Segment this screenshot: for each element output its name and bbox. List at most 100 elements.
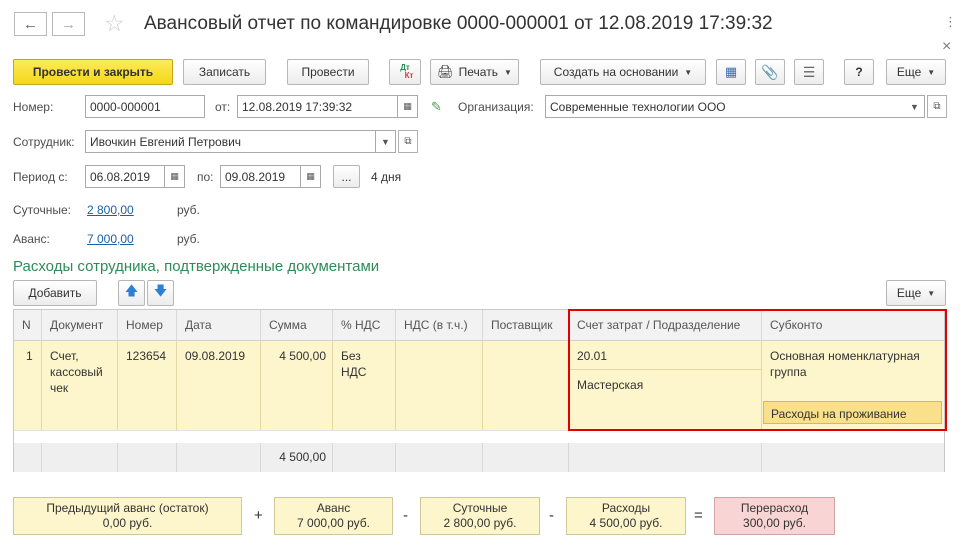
expenses-table: N Документ Номер Дата Сумма % НДС НДС (в… <box>13 309 945 472</box>
cell-date[interactable]: 09.08.2019 <box>177 341 261 430</box>
cell-account[interactable]: 20.01 <box>569 341 761 370</box>
chevron-down-icon: ▼ <box>927 288 936 298</box>
chevron-down-icon: ▼ <box>503 67 512 77</box>
arrow-left-icon: ← <box>23 15 38 33</box>
days-count: 4 дня <box>371 170 402 184</box>
post-and-close-button[interactable]: Провести и закрыть <box>13 59 173 85</box>
cell-n[interactable]: 1 <box>14 341 42 430</box>
move-up-button[interactable]: 🡅 <box>118 280 145 306</box>
summary-per-diem-value: 2 800,00 руб. <box>443 516 517 530</box>
cell-supplier[interactable] <box>483 341 569 430</box>
open-icon[interactable]: ⧉ <box>398 130 418 153</box>
plus-sign: + <box>254 507 263 524</box>
footer-cell <box>483 443 569 472</box>
summary-previous-label: Предыдущий аванс (остаток) <box>46 501 209 515</box>
report-button[interactable]: ☰ <box>794 59 824 85</box>
footer-cell <box>177 443 261 472</box>
advance-label: Аванс: <box>13 232 50 246</box>
period-from-label: Период с: <box>13 170 68 184</box>
footer-cell <box>333 443 396 472</box>
number-field[interactable]: 0000-000001 <box>85 95 205 118</box>
cell-vat[interactable] <box>396 341 483 430</box>
print-label: Печать <box>458 65 498 79</box>
table-more-button[interactable]: Еще ▼ <box>886 280 946 306</box>
attachments-button[interactable]: 📎 <box>755 59 785 85</box>
arrow-down-icon: 🡇 <box>153 283 168 298</box>
column-header-n[interactable]: N <box>14 310 42 341</box>
open-icon[interactable]: ⧉ <box>927 95 947 118</box>
star-icon[interactable]: ☆ <box>104 10 125 37</box>
list-icon: ☰ <box>802 63 816 80</box>
period-to-label: по: <box>197 170 214 184</box>
summary-overspend-value: 300,00 руб. <box>743 516 806 530</box>
table-empty-area <box>14 430 944 443</box>
per-diem-label: Суточные: <box>13 203 71 217</box>
cell-document[interactable]: Счет, кассовый чек <box>42 341 118 430</box>
minus-sign: - <box>403 507 408 524</box>
footer-cell <box>118 443 177 472</box>
back-button[interactable]: ← <box>14 12 47 36</box>
period-from-field[interactable]: 06.08.2019 <box>85 165 165 188</box>
footer-cell <box>14 443 42 472</box>
save-button[interactable]: Записать <box>183 59 266 85</box>
help-button[interactable]: ? <box>844 59 874 85</box>
structure-button[interactable]: ▦ <box>716 59 746 85</box>
printer-icon: 🖨 <box>437 64 454 79</box>
move-down-button[interactable]: 🡇 <box>147 280 174 306</box>
per-diem-link[interactable]: 2 800,00 <box>87 203 134 217</box>
table-more-label: Еще <box>896 286 922 300</box>
column-header-number[interactable]: Номер <box>118 310 177 341</box>
organization-field[interactable]: Современные технологии ООО <box>545 95 907 118</box>
print-button[interactable]: 🖨 Печать ▼ <box>430 59 519 85</box>
cell-vat-rate[interactable]: Без НДС <box>333 341 396 430</box>
period-to-field[interactable]: 09.08.2019 <box>220 165 301 188</box>
summary-per-diem: Суточные 2 800,00 руб. <box>420 497 540 535</box>
organization-label: Организация: <box>458 100 534 114</box>
arrow-up-icon: 🡅 <box>124 283 139 298</box>
column-header-vat-rate[interactable]: % НДС <box>333 310 396 341</box>
column-header-sum[interactable]: Сумма <box>261 310 333 341</box>
summary-overspend-label: Перерасход <box>740 501 809 515</box>
calendar-icon[interactable]: ▦ <box>301 165 321 188</box>
date-field[interactable]: 12.08.2019 17:39:32 <box>237 95 398 118</box>
close-icon[interactable]: × <box>942 38 951 56</box>
column-header-vat[interactable]: НДС (в т.ч.) <box>396 310 483 341</box>
cell-sum[interactable]: 4 500,00 <box>261 341 333 430</box>
number-label: Номер: <box>13 100 54 114</box>
summary-expenses: Расходы 4 500,00 руб. <box>566 497 686 535</box>
employee-label: Сотрудник: <box>13 135 75 149</box>
column-header-account[interactable]: Счет затрат / Подразделение <box>569 310 762 341</box>
dt-kt-button[interactable]: Дт Кт <box>389 59 421 85</box>
column-header-subconto[interactable]: Субконто <box>762 310 944 341</box>
summary-expenses-label: Расходы <box>601 501 651 515</box>
chevron-down-icon[interactable]: ▼ <box>376 130 396 153</box>
employee-field[interactable]: Ивочкин Евгений Петрович <box>85 130 376 153</box>
column-header-document[interactable]: Документ <box>42 310 118 341</box>
cell-subconto-2[interactable]: Расходы на проживание <box>763 401 942 424</box>
chevron-down-icon[interactable]: ▼ <box>905 95 925 118</box>
footer-cell <box>42 443 118 472</box>
cell-department[interactable]: Мастерская <box>569 370 761 393</box>
create-based-on-button[interactable]: Создать на основании ▼ <box>540 59 706 85</box>
dt-kt-icon-bottom: Кт <box>404 71 414 80</box>
forward-button[interactable]: → <box>52 12 85 36</box>
column-header-date[interactable]: Дата <box>177 310 261 341</box>
chevron-down-icon: ▼ <box>684 67 693 77</box>
advance-link[interactable]: 7 000,00 <box>87 232 134 246</box>
cell-account-group: 20.01 Мастерская <box>569 341 762 430</box>
more-vert-icon[interactable]: ⋮ <box>944 14 957 30</box>
period-select-button[interactable]: ... <box>333 165 360 188</box>
calendar-icon[interactable]: ▦ <box>165 165 185 188</box>
add-row-button[interactable]: Добавить <box>13 280 97 306</box>
cell-subconto-1[interactable]: Основная номенклатурная группа <box>762 341 944 401</box>
calendar-icon[interactable]: ▦ <box>398 95 418 118</box>
column-header-supplier[interactable]: Поставщик <box>483 310 569 341</box>
page-title: Авансовый отчет по командировке 0000-000… <box>144 13 773 34</box>
arrow-right-icon: → <box>61 15 76 33</box>
cell-number[interactable]: 123654 <box>118 341 177 430</box>
more-label: Еще <box>896 65 922 79</box>
post-button[interactable]: Провести <box>287 59 369 85</box>
more-button[interactable]: Еще ▼ <box>886 59 946 85</box>
per-diem-unit: руб. <box>177 203 200 217</box>
footer-cell <box>396 443 483 472</box>
